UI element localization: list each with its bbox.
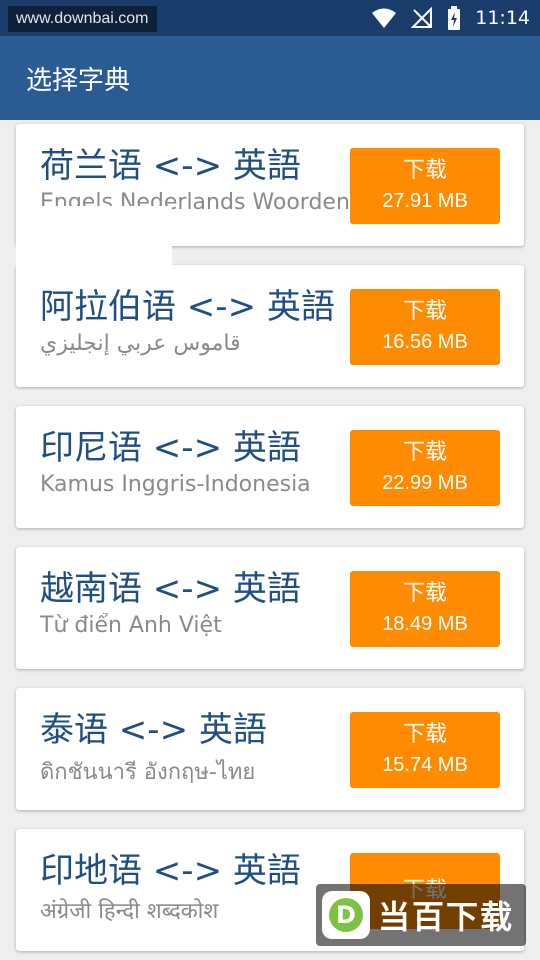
dictionary-title: 越南语 <-> 英語 (40, 569, 301, 609)
download-size: 18.49 MB (382, 613, 468, 635)
dictionary-subtitle: ดิกชันนารี อังกฤษ-ไทย (40, 760, 256, 785)
dictionary-title: 荷兰语 <-> 英語 (40, 146, 301, 186)
download-label: 下载 (402, 722, 447, 747)
dictionary-card-arabic[interactable]: 阿拉伯语 <-> 英語 قاموس عربي إنجليزي 下载 16.56 … (16, 265, 524, 387)
download-label: 下载 (402, 158, 447, 183)
status-time: 11:14 (475, 7, 530, 29)
wifi-icon (371, 7, 397, 29)
dictionary-title: 泰语 <-> 英語 (40, 710, 267, 750)
d-logo-icon: D (329, 898, 363, 932)
download-label: 下载 (402, 299, 447, 324)
dictionary-subtitle: Kamus Inggris-Indonesia (40, 472, 311, 497)
svg-text:D: D (336, 901, 356, 929)
status-bar: www.downbai.com 11:14 (0, 0, 540, 36)
download-button[interactable]: 下载 18.49 MB (350, 571, 500, 647)
download-label: 下载 (402, 581, 447, 606)
status-icons: 11:14 (371, 0, 530, 36)
download-label: 下载 (402, 440, 447, 465)
signal-off-icon (411, 7, 433, 29)
download-size: 22.99 MB (382, 472, 468, 494)
download-button[interactable]: 下载 15.74 MB (350, 712, 500, 788)
download-size: 27.91 MB (382, 190, 468, 212)
brand-logo: D (322, 891, 370, 939)
site-watermark: www.downbai.com (8, 6, 157, 32)
download-size: 16.56 MB (382, 331, 468, 353)
dictionary-title: 阿拉伯语 <-> 英語 (40, 287, 335, 327)
dictionary-card-thai[interactable]: 泰语 <-> 英語 ดิกชันนารี อังกฤษ-ไทย 下载 15.74… (16, 688, 524, 810)
dictionary-subtitle: قاموس عربي إنجليزي (40, 331, 241, 356)
download-button[interactable]: 下载 27.91 MB (350, 148, 500, 224)
brand-watermark-text: 当百下载 (378, 898, 515, 936)
page-title: 选择字典 (26, 66, 131, 96)
brand-watermark: D 当百下载 (316, 884, 526, 946)
dictionary-subtitle: अंग्रेजी हिन्दी शब्दकोश (40, 899, 219, 924)
dictionary-card-indonesian[interactable]: 印尼语 <-> 英語 Kamus Inggris-Indonesia 下载 22… (16, 406, 524, 528)
redaction-patch (16, 206, 172, 268)
download-size: 15.74 MB (382, 754, 468, 776)
app-bar: 选择字典 (0, 36, 540, 120)
download-button[interactable]: 下载 16.56 MB (350, 289, 500, 365)
dictionary-card-vietnamese[interactable]: 越南语 <-> 英語 Từ điển Anh Việt 下载 18.49 MB (16, 547, 524, 669)
dictionary-subtitle: Từ điển Anh Việt (40, 613, 222, 638)
dictionary-title: 印尼语 <-> 英語 (40, 428, 301, 468)
battery-charging-icon (447, 6, 461, 30)
download-button[interactable]: 下载 22.99 MB (350, 430, 500, 506)
dictionary-title: 印地语 <-> 英語 (40, 851, 301, 891)
